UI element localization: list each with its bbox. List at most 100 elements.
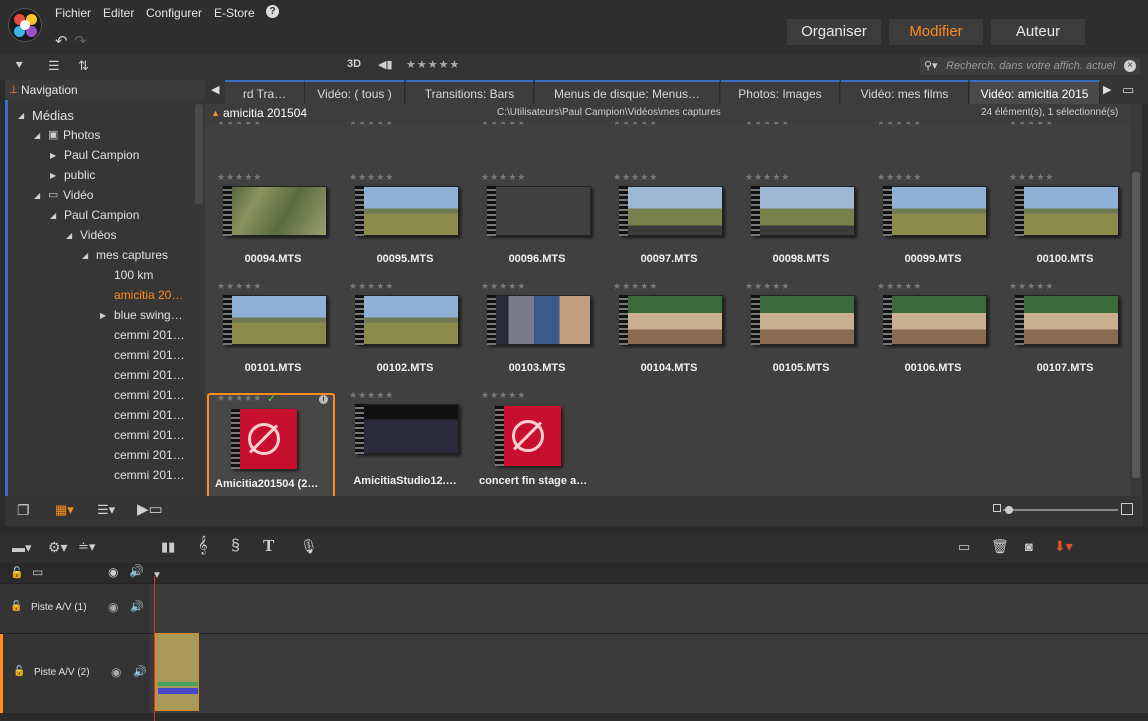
- expand-right-icon[interactable]: ▶: [50, 151, 56, 160]
- rating-filter[interactable]: ★★★★★: [406, 58, 460, 71]
- nav-item[interactable]: Photos: [63, 128, 100, 142]
- track-header[interactable]: 🔓 Piste A/V (1) ◉ 🔊: [0, 584, 150, 633]
- nav-item[interactable]: amicitia 20…: [114, 288, 183, 302]
- tab[interactable]: rd Tra…: [225, 80, 305, 104]
- collapse-icon[interactable]: ▲: [211, 104, 220, 122]
- clip-rating[interactable]: ★★★★★: [877, 122, 922, 128]
- clip-rating[interactable]: ★★★★★: [745, 172, 790, 183]
- clip-tile[interactable]: ★★★★★ 00096.MTS: [473, 172, 601, 279]
- expand-down-icon[interactable]: ◢: [50, 211, 56, 220]
- 3d-filter-label[interactable]: 3D: [347, 58, 361, 70]
- nav-item[interactable]: cemmi 201…: [114, 328, 185, 342]
- small-thumb-icon[interactable]: [993, 504, 1001, 512]
- info-icon[interactable]: i: [319, 395, 328, 404]
- clip-tile[interactable]: ★★★★★ AmicitiaStudio12.…: [341, 390, 469, 496]
- clip-tile[interactable]: ★★★★★ 00099.MTS: [869, 172, 997, 279]
- nav-item[interactable]: cemmi 201…: [114, 368, 185, 382]
- split-icon[interactable]: §: [231, 537, 240, 555]
- timeline-clip[interactable]: [155, 633, 199, 711]
- redo-icon[interactable]: ↷: [74, 32, 87, 50]
- clip-tile[interactable]: ★★★★★ 00098.MTS: [737, 172, 865, 279]
- preview-icon[interactable]: ▶▭: [137, 500, 163, 518]
- nav-item[interactable]: Vidéos: [80, 228, 116, 242]
- clip-rating[interactable]: ★★★★★: [481, 281, 526, 292]
- nav-item[interactable]: cemmi 201…: [114, 428, 185, 442]
- nav-item[interactable]: 100 km: [114, 268, 153, 282]
- clip-tile[interactable]: ★★★★★ ✓ i Amicitia201504 (2…: [207, 393, 335, 496]
- playhead[interactable]: [154, 576, 155, 721]
- nav-item[interactable]: public: [64, 168, 95, 182]
- timeline-view-icon[interactable]: ▬▾: [12, 540, 32, 556]
- large-thumb-icon[interactable]: [1121, 503, 1133, 515]
- voiceover-icon[interactable]: 🎙: [300, 538, 318, 555]
- help-icon[interactable]: ?: [266, 5, 279, 18]
- add-bookmark-icon[interactable]: ⯆: [14, 58, 24, 74]
- nav-item[interactable]: cemmi 201…: [114, 348, 185, 362]
- undo-icon[interactable]: ↶: [55, 32, 68, 50]
- tab[interactable]: Vidéo: ( tous ): [305, 80, 405, 104]
- track-options-icon[interactable]: ≐▾: [78, 539, 95, 555]
- clip-rating[interactable]: ★★★★★: [217, 393, 262, 404]
- menu-estore[interactable]: E-Store: [214, 6, 255, 20]
- clip-tile[interactable]: ★★★★★00089.MTS: [473, 122, 601, 170]
- clip-tile[interactable]: ★★★★★ 00094.MTS: [209, 172, 337, 279]
- copy-icon[interactable]: ❐: [17, 502, 30, 519]
- clip-rating[interactable]: ★★★★★: [481, 122, 526, 128]
- expand-down-icon[interactable]: ◢: [34, 191, 40, 200]
- clip-rating[interactable]: ★★★★★: [877, 172, 922, 183]
- expand-down-icon[interactable]: ◢: [18, 111, 24, 120]
- marker-icon[interactable]: ⬇▾: [1054, 538, 1073, 555]
- new-tab-icon[interactable]: ▭: [1122, 82, 1134, 98]
- clip-tile[interactable]: ★★★★★ 00107.MTS: [1001, 281, 1129, 388]
- tab[interactable]: Photos: Images: [721, 80, 840, 104]
- grid-view-icon[interactable]: ▦▾: [55, 502, 74, 518]
- clip-tile[interactable]: ★★★★★ 00104.MTS: [605, 281, 733, 388]
- track-visibility-icon[interactable]: ◉: [108, 600, 118, 614]
- snapshot-icon[interactable]: ◙: [1025, 539, 1033, 554]
- expand-down-icon[interactable]: ◢: [66, 231, 72, 240]
- delete-icon[interactable]: 🗑: [991, 538, 1009, 555]
- clip-tile[interactable]: ★★★★★ 00097.MTS: [605, 172, 733, 279]
- slider-handle[interactable]: [1005, 506, 1013, 514]
- add-track-icon[interactable]: ▭: [32, 565, 43, 579]
- clip-rating[interactable]: ★★★★★: [481, 390, 526, 401]
- tab[interactable]: Menus de disque: Menus…: [535, 80, 720, 104]
- track-lock-icon[interactable]: 🔓: [13, 666, 25, 677]
- tab[interactable]: Vidéo: amicitia 2015: [970, 80, 1100, 104]
- clip-rating[interactable]: ★★★★★: [877, 281, 922, 292]
- tag-filter-icon[interactable]: ◀▮: [378, 58, 393, 71]
- clip-tile[interactable]: ★★★★★00092.MTS: [869, 122, 997, 170]
- clip-rating[interactable]: ★★★★★: [217, 281, 262, 292]
- nav-item[interactable]: blue swing…: [114, 308, 183, 322]
- menu-fichier[interactable]: Fichier: [55, 6, 91, 20]
- clip-rating[interactable]: ★★★★★: [349, 390, 394, 401]
- audio-icon[interactable]: 🔊: [129, 564, 144, 578]
- clip-tile[interactable]: ★★★★★ 00101.MTS: [209, 281, 337, 388]
- app-logo[interactable]: [8, 8, 42, 42]
- grid-scroll-thumb[interactable]: [1132, 172, 1140, 478]
- track-audio-icon[interactable]: 🔊: [133, 665, 147, 678]
- track-visibility-icon[interactable]: ◉: [111, 665, 121, 679]
- organise-button[interactable]: Organiser: [787, 19, 881, 45]
- title-icon[interactable]: T: [263, 536, 274, 556]
- track-lock-icon[interactable]: 🔓: [10, 601, 22, 612]
- navigation-header[interactable]: ⊥ Navigation: [5, 80, 205, 100]
- track-header[interactable]: 🔓 Piste A/V (2) ◉ 🔊: [0, 634, 150, 713]
- settings-icon[interactable]: ⚙▾: [48, 539, 68, 556]
- clip-tile[interactable]: ★★★★★00093.MTS: [1001, 122, 1129, 170]
- clip-tile[interactable]: ★★★★★ 00095.MTS: [341, 172, 469, 279]
- clip-tile[interactable]: ★★★★★00088.MTS: [341, 122, 469, 170]
- nav-item[interactable]: cemmi 201…: [114, 448, 185, 462]
- tab-scroll-left-icon[interactable]: ◀: [211, 83, 219, 96]
- details-view-icon[interactable]: ☰▾: [97, 502, 115, 518]
- pin-icon[interactable]: ⊥: [9, 80, 19, 100]
- nav-item[interactable]: mes captures: [96, 248, 168, 262]
- clip-rating[interactable]: ★★★★★: [613, 172, 658, 183]
- timeline-track[interactable]: 🔓 Piste A/V (1) ◉ 🔊: [0, 583, 1148, 633]
- audio-meter-icon[interactable]: ▮▮: [161, 539, 175, 555]
- track-audio-icon[interactable]: 🔊: [130, 600, 144, 613]
- nav-item[interactable]: cemmi 201…: [114, 388, 185, 402]
- thumbnail-size-slider[interactable]: [1003, 506, 1118, 514]
- clip-rating[interactable]: ★★★★★: [349, 122, 394, 128]
- clip-tile[interactable]: ★★★★★ concert fin stage a…: [473, 390, 601, 496]
